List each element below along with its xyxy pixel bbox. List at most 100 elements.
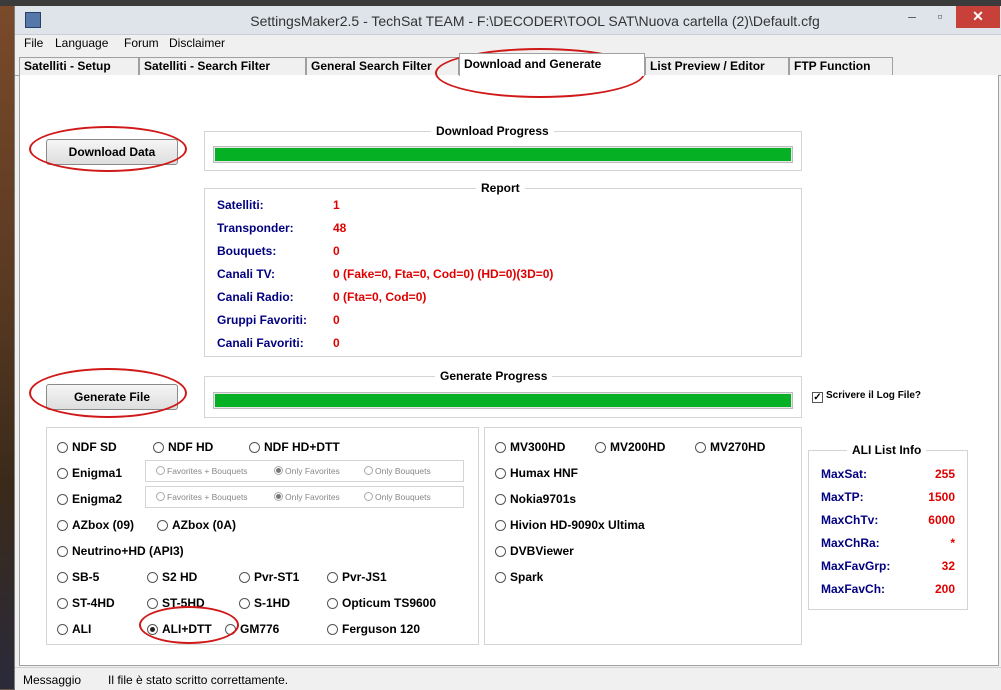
menu-bar: File Language Forum Disclaimer [15,35,1001,53]
log-file-checkbox[interactable]: ✓ [812,392,823,403]
radio-azbox-09[interactable]: AZbox (09) [57,517,134,533]
radio-label: Only Favorites [285,466,340,476]
report-label-canali-tv: Canali TV: [217,267,276,281]
radio-dot [695,442,706,453]
ali-value-maxchra: * [950,536,955,550]
enigma1-options: Favorites + Bouquets Only Favorites Only… [145,460,464,482]
report-group: Report Satelliti: 1 Transponder: 48 Bouq… [204,181,802,357]
radio-hivion[interactable]: Hivion HD-9090x Ultima [495,517,645,533]
radio-ali-dtt[interactable]: ALI+DTT [147,621,212,637]
tab-satelliti-search-filter[interactable]: Satelliti - Search Filter [139,57,306,75]
generate-file-button[interactable]: Generate File [46,384,178,410]
radio-label: MV300HD [510,440,566,454]
radio-label: Enigma2 [72,492,123,506]
radio-mv300hd[interactable]: MV300HD [495,439,565,455]
report-label-canali-radio: Canali Radio: [217,290,294,304]
radio-ali[interactable]: ALI [57,621,91,637]
enigma1-only-bouquets[interactable]: Only Bouquets [364,464,431,478]
radio-ndf-hd[interactable]: NDF HD [153,439,213,455]
report-value-gruppi-favoriti: 0 [333,313,340,327]
radio-pvr-js1[interactable]: Pvr-JS1 [327,569,387,585]
radio-dot [225,624,236,635]
report-value-satelliti: 1 [333,198,340,212]
tab-general-search-filter[interactable]: General Search Filter [306,57,459,75]
radio-st-5hd[interactable]: ST-5HD [147,595,205,611]
radio-label: DVBViewer [510,544,574,558]
radio-dot [156,492,165,501]
radio-dot [364,492,373,501]
radio-label: Only Favorites [285,492,340,502]
radio-neutrino-hd[interactable]: Neutrino+HD (API3) [57,543,184,559]
ali-label-maxfavgrp: MaxFavGrp: [821,559,891,573]
radio-label: S2 HD [162,570,198,584]
download-generate-panel: Download Data Download Progress Report S… [19,75,999,666]
radio-label: S-1HD [254,596,291,610]
radio-label: AZbox (0A) [172,518,236,532]
menu-forum[interactable]: Forum [124,36,159,50]
radio-label: Pvr-ST1 [254,570,300,584]
minimize-button[interactable]: – [897,6,927,28]
radio-dot [274,492,283,501]
report-label-canali-favoriti: Canali Favoriti: [217,336,304,350]
radio-humax-hnf[interactable]: Humax HNF [495,465,578,481]
status-label: Messaggio [23,673,82,687]
radio-dot [57,572,68,583]
report-value-canali-tv: 0 (Fake=0, Fta=0, Cod=0) (HD=0)(3D=0) [333,267,554,281]
radio-ndf-hd-dtt[interactable]: NDF HD+DTT [249,439,340,455]
tab-satelliti-setup[interactable]: Satelliti - Setup [19,57,139,75]
radio-dot [57,468,68,479]
radio-label: Only Bouquets [375,492,431,502]
radio-dot [153,442,164,453]
report-value-bouquets: 0 [333,244,340,258]
report-label-gruppi-favoriti: Gruppi Favoriti: [217,313,307,327]
radio-dvbviewer[interactable]: DVBViewer [495,543,574,559]
enigma2-only-favorites[interactable]: Only Favorites [274,490,340,504]
radio-mv200hd[interactable]: MV200HD [595,439,665,455]
radio-sb-5[interactable]: SB-5 [57,569,99,585]
ali-value-maxchtv: 6000 [928,513,955,527]
radio-opticum-ts9600[interactable]: Opticum TS9600 [327,595,436,611]
radio-dot [239,598,250,609]
radio-dot [157,520,168,531]
log-file-option[interactable]: ✓ Scrivere il Log File? [812,390,921,403]
enigma1-fav-bouquets[interactable]: Favorites + Bouquets [156,464,248,478]
radio-label: Hivion HD-9090x Ultima [510,518,645,532]
ali-label-maxfavch: MaxFavCh: [821,582,886,596]
radio-label: Neutrino+HD (API3) [72,544,184,558]
ali-label-maxchra: MaxChRa: [821,536,880,550]
menu-disclaimer[interactable]: Disclaimer [169,36,225,50]
radio-pvr-st1[interactable]: Pvr-ST1 [239,569,299,585]
radio-label: Only Bouquets [375,466,431,476]
download-data-button[interactable]: Download Data [46,139,178,165]
menu-file[interactable]: File [24,36,43,50]
enigma1-only-favorites[interactable]: Only Favorites [274,464,340,478]
tab-download-and-generate[interactable]: Download and Generate [459,53,645,76]
tab-list-preview-editor[interactable]: List Preview / Editor [645,57,789,75]
tab-ftp-function[interactable]: FTP Function [789,57,893,75]
radio-ferguson-120[interactable]: Ferguson 120 [327,621,420,637]
enigma2-only-bouquets[interactable]: Only Bouquets [364,490,431,504]
radio-s2-hd[interactable]: S2 HD [147,569,197,585]
radio-dot [57,546,68,557]
radio-mv270hd[interactable]: MV270HD [695,439,765,455]
radio-s-1hd[interactable]: S-1HD [239,595,290,611]
radio-dot [495,572,506,583]
close-button[interactable]: ✕ [956,6,1000,28]
radio-enigma1[interactable]: Enigma1 [57,465,122,481]
report-title: Report [476,181,525,195]
menu-language[interactable]: Language [55,36,108,50]
app-icon[interactable] [25,12,41,28]
radio-azbox-0a[interactable]: AZbox (0A) [157,517,236,533]
radio-nokia9701s[interactable]: Nokia9701s [495,491,576,507]
log-file-label: Scrivere il Log File? [826,390,922,401]
maximize-button[interactable]: ▫ [925,6,955,28]
format-group-right: MV300HD MV200HD MV270HD Humax HNF Nokia9… [484,427,802,645]
radio-label: ALI+DTT [162,622,212,636]
radio-st-4hd[interactable]: ST-4HD [57,595,115,611]
radio-gm776[interactable]: GM776 [225,621,279,637]
radio-ndf-sd[interactable]: NDF SD [57,439,117,455]
radio-enigma2[interactable]: Enigma2 [57,491,122,507]
radio-label: MV270HD [710,440,766,454]
radio-spark[interactable]: Spark [495,569,543,585]
enigma2-fav-bouquets[interactable]: Favorites + Bouquets [156,490,248,504]
